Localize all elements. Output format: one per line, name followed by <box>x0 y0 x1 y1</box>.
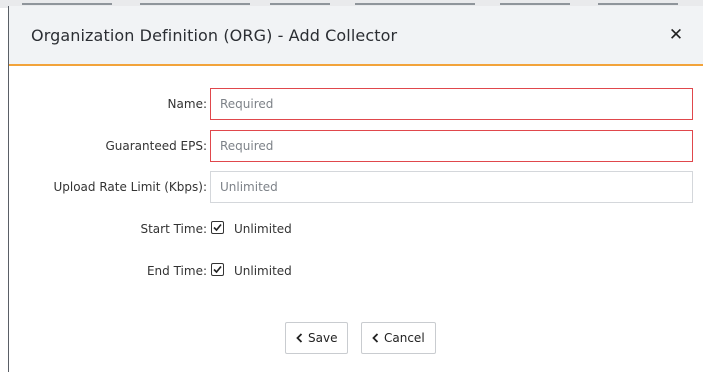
close-icon[interactable]: ✕ <box>668 24 684 46</box>
start-time-checkbox[interactable] <box>211 221 224 234</box>
guaranteed-eps-row: Guaranteed EPS: Required <box>9 130 703 162</box>
chevron-left-icon <box>372 324 379 354</box>
dialog-header: Organization Definition (ORG) - Add Coll… <box>9 6 703 66</box>
start-time-row: Start Time: Unlimited <box>9 213 703 245</box>
add-collector-dialog: Organization Definition (ORG) - Add Coll… <box>8 6 703 372</box>
dialog-title: Organization Definition (ORG) - Add Coll… <box>31 26 398 45</box>
name-placeholder: Required <box>220 97 274 111</box>
start-time-label: Start Time: <box>140 222 207 236</box>
chevron-left-icon <box>296 324 303 354</box>
upload-rate-limit-placeholder: Unlimited <box>220 180 278 194</box>
save-button[interactable]: Save <box>285 322 349 354</box>
start-time-unlimited-label[interactable]: Unlimited <box>234 213 292 245</box>
save-button-label: Save <box>308 331 338 345</box>
cancel-button[interactable]: Cancel <box>361 322 436 354</box>
end-time-label: End Time: <box>146 264 207 278</box>
end-time-unlimited-label[interactable]: Unlimited <box>234 255 292 287</box>
guaranteed-eps-input[interactable]: Required <box>210 130 693 162</box>
upload-rate-limit-row: Upload Rate Limit (Kbps): Unlimited <box>9 171 703 203</box>
checkmark-icon <box>213 223 222 232</box>
guaranteed-eps-label: Guaranteed EPS: <box>105 139 207 153</box>
cancel-button-label: Cancel <box>384 331 425 345</box>
guaranteed-eps-placeholder: Required <box>220 139 274 153</box>
name-label: Name: <box>167 97 207 111</box>
name-row: Name: Required <box>9 88 703 120</box>
upload-rate-limit-label: Upload Rate Limit (Kbps): <box>53 180 207 194</box>
upload-rate-limit-input[interactable]: Unlimited <box>210 171 693 203</box>
dialog-actions: Save Cancel <box>9 322 703 354</box>
name-input[interactable]: Required <box>210 88 693 120</box>
end-time-checkbox[interactable] <box>211 263 224 276</box>
end-time-row: End Time: Unlimited <box>9 255 703 287</box>
checkmark-icon <box>213 265 222 274</box>
